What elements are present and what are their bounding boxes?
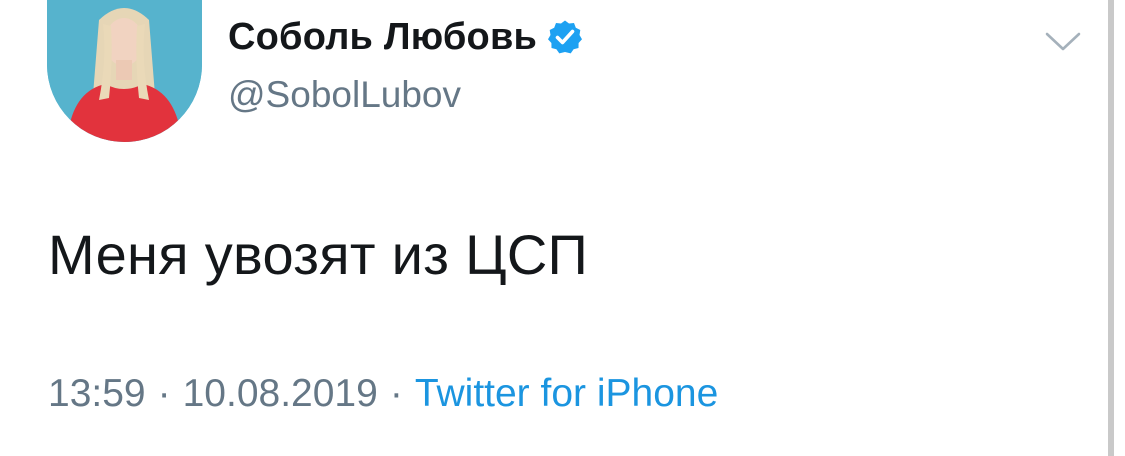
tweet-text: Меня увозят из ЦСП xyxy=(48,223,589,286)
chevron-down-icon[interactable] xyxy=(1043,28,1083,56)
tweet-card: Соболь Любовь @SobolLubov Меня увозят из… xyxy=(0,0,1108,456)
tweet-meta: 13:59 · 10.08.2019 · Twitter for iPhone xyxy=(48,372,718,416)
name-row: Соболь Любовь xyxy=(228,14,583,60)
tweet-source-link[interactable]: Twitter for iPhone xyxy=(415,372,718,415)
user-handle[interactable]: @SobolLubov xyxy=(228,74,583,116)
verified-badge-icon xyxy=(547,19,583,55)
author-block: Соболь Любовь @SobolLubov xyxy=(228,14,583,116)
meta-separator: · xyxy=(157,372,171,415)
tweet-date[interactable]: 10.08.2019 xyxy=(183,372,378,415)
display-name[interactable]: Соболь Любовь xyxy=(228,16,537,59)
avatar[interactable] xyxy=(47,0,202,142)
avatar-image xyxy=(47,0,202,142)
tweet-time: 13:59 xyxy=(48,372,146,415)
meta-separator: · xyxy=(389,372,403,415)
scrollbar[interactable] xyxy=(1108,0,1125,456)
